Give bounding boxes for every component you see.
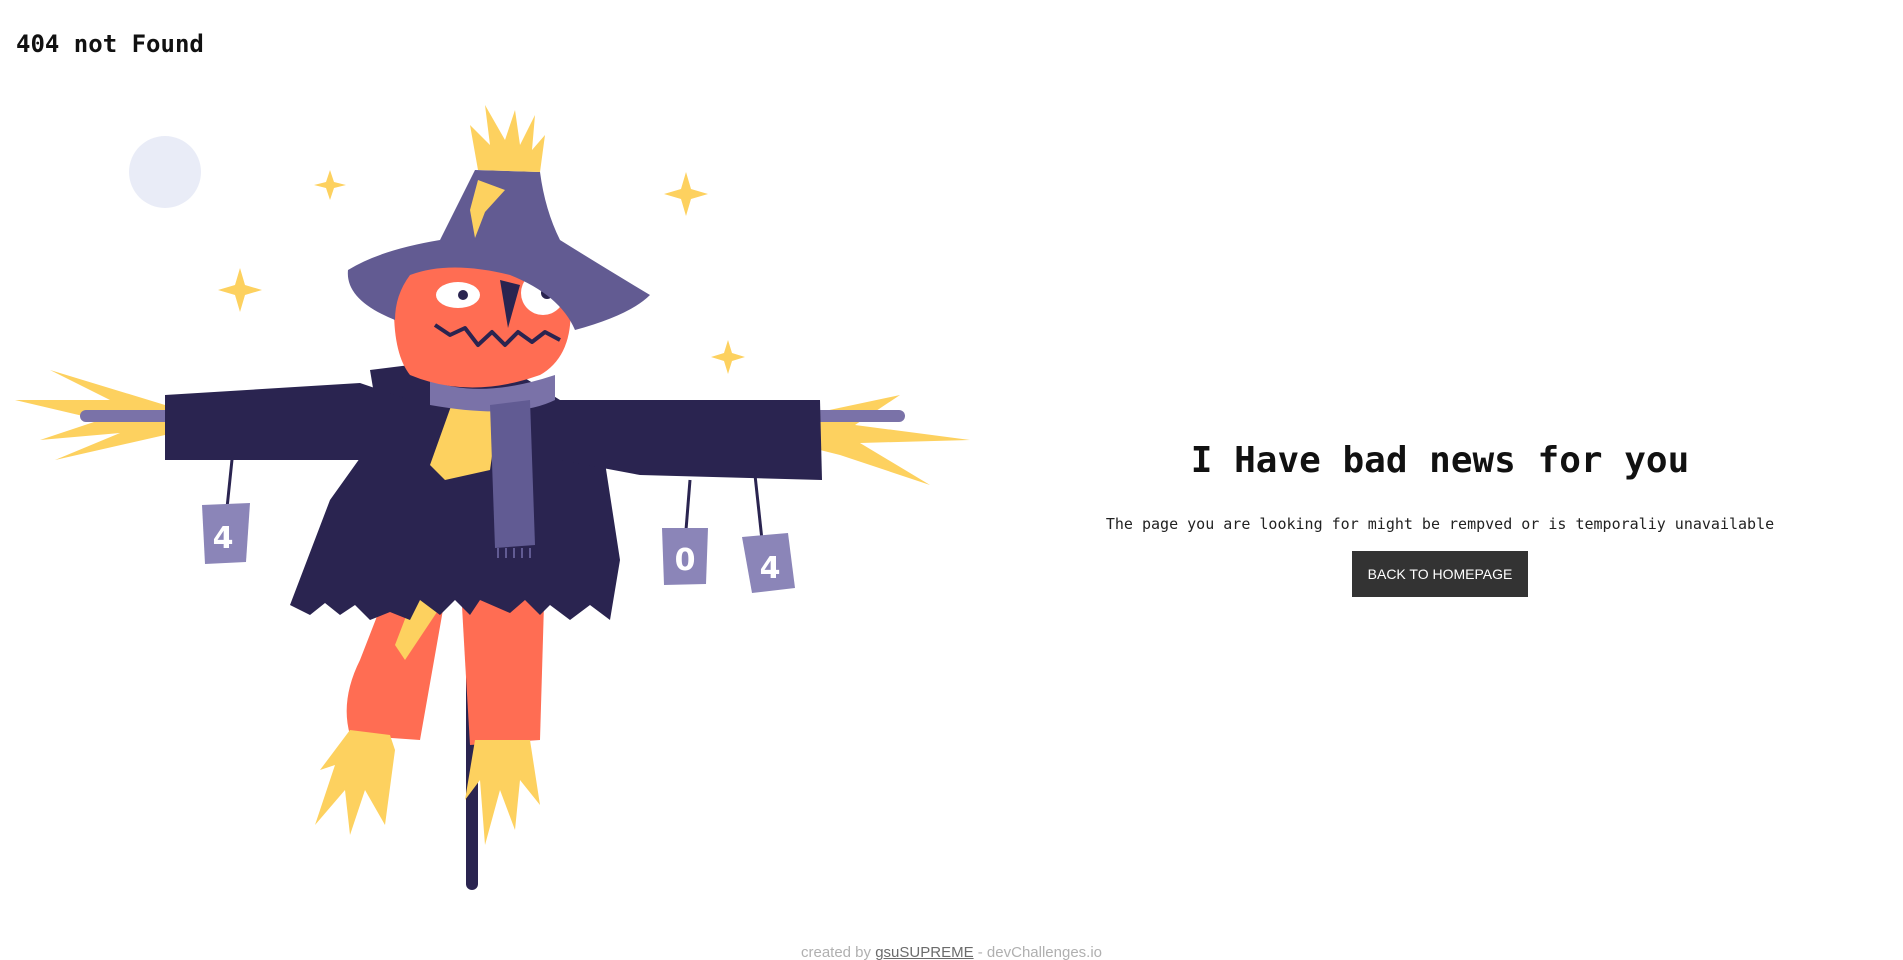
moon-icon	[129, 136, 201, 208]
sparkle-icon	[664, 172, 708, 216]
sparkle-icon	[218, 268, 262, 312]
can-label: 4	[760, 551, 781, 586]
footer-site: devChallenges.io	[986, 944, 1102, 960]
footer: created by gsuSUPREME - devChallenges.io	[0, 944, 1903, 960]
headline: I Have bad news for you	[1190, 440, 1690, 481]
right-hand-straw	[820, 395, 970, 485]
can-label: 4	[213, 521, 234, 556]
hat-straw	[470, 105, 545, 172]
footer-separator: -	[973, 944, 987, 960]
description: The page you are looking for might be re…	[1105, 515, 1775, 533]
footer-prefix: created by	[800, 944, 872, 960]
left-foot-straw	[315, 730, 395, 835]
page: 404 not Found 4 0 4 I Have bad news for …	[0, 0, 1903, 960]
author-link[interactable]: gsuSUPREME	[875, 944, 973, 960]
scarecrow-illustration: 4 0 4	[15, 105, 970, 890]
coat-left-sleeve	[165, 383, 410, 460]
sparkle-icon	[314, 170, 346, 200]
message-section: I Have bad news for you The page you are…	[1050, 440, 1830, 597]
can-icon: 4	[742, 533, 795, 593]
can-icon: 4	[202, 503, 250, 564]
sparkle-icon	[711, 340, 745, 374]
brand-title: 404 not Found	[16, 30, 204, 58]
can-label: 0	[675, 543, 696, 578]
back-to-homepage-button[interactable]: BACK TO HOMEPAGE	[1351, 551, 1529, 597]
can-icon: 0	[662, 528, 708, 585]
